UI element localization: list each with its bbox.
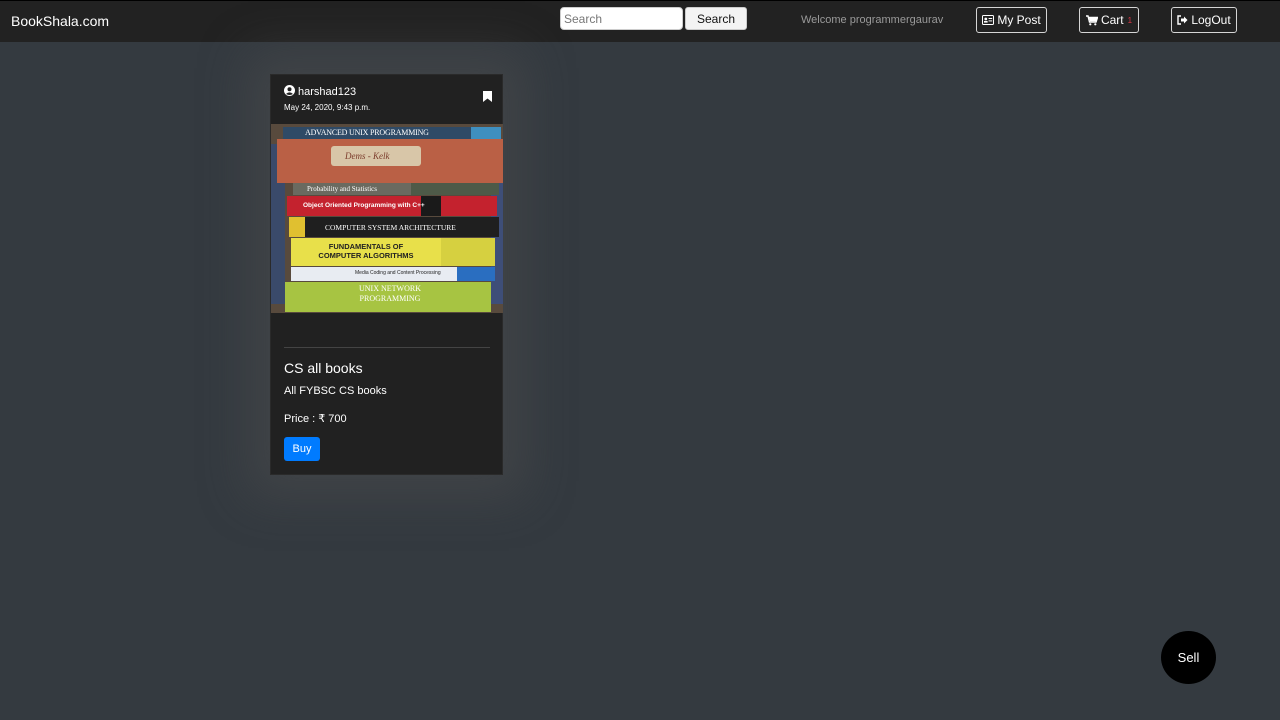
- welcome-text: Welcome programmergaurav: [801, 14, 944, 26]
- search-input[interactable]: [560, 7, 683, 30]
- cart-count-badge: 1: [1127, 15, 1133, 25]
- spine-3: Object Oriented Programming with C++: [303, 202, 425, 209]
- cart-button[interactable]: Cart 1: [1079, 7, 1139, 33]
- card-divider: [284, 347, 490, 348]
- user-circle-icon: [284, 85, 295, 99]
- post-card: harshad123 May 24, 2020, 9:43 p.m. ADVAN…: [270, 74, 503, 475]
- spine-7: UNIX NETWORK PROGRAMMING: [359, 284, 421, 303]
- bookmark-icon[interactable]: [483, 89, 492, 107]
- brand-link[interactable]: BookShala.com: [11, 13, 109, 29]
- spine-2: Probability and Statistics: [307, 185, 377, 193]
- logout-button[interactable]: LogOut: [1171, 7, 1237, 33]
- spine-5: FUNDAMENTALS OF COMPUTER ALGORITHMS: [318, 242, 414, 260]
- post-username: harshad123: [298, 86, 357, 98]
- post-author: harshad123: [284, 85, 356, 99]
- spine-4: COMPUTER SYSTEM ARCHITECTURE: [325, 223, 456, 232]
- spine-handwriting: Dems - Kelk: [345, 151, 390, 161]
- sell-button[interactable]: Sell: [1161, 631, 1216, 684]
- shopping-cart-icon: [1085, 14, 1098, 26]
- post-title: CS all books: [284, 360, 363, 376]
- sign-out-icon: [1177, 15, 1188, 25]
- my-post-button[interactable]: My Post: [976, 7, 1047, 33]
- post-description: All FYBSC CS books: [284, 385, 387, 397]
- my-post-label: My Post: [997, 13, 1041, 27]
- buy-button[interactable]: Buy: [284, 437, 320, 461]
- spine-6: Media Coding and Content Processing: [355, 270, 441, 276]
- cart-label: Cart: [1100, 13, 1124, 27]
- post-price: Price : ₹ 700: [284, 413, 347, 425]
- book-photo: ADVANCED UNIX PROGRAMMING Dems - Kelk Pr…: [271, 124, 503, 313]
- logout-label: LogOut: [1191, 13, 1231, 27]
- navbar: BookShala.com Search Welcome programmerg…: [0, 0, 1280, 42]
- post-date: May 24, 2020, 9:43 p.m.: [284, 103, 371, 112]
- spine-1: ADVANCED UNIX PROGRAMMING: [305, 128, 429, 137]
- search-button[interactable]: Search: [685, 7, 747, 30]
- id-card-icon: [982, 15, 995, 25]
